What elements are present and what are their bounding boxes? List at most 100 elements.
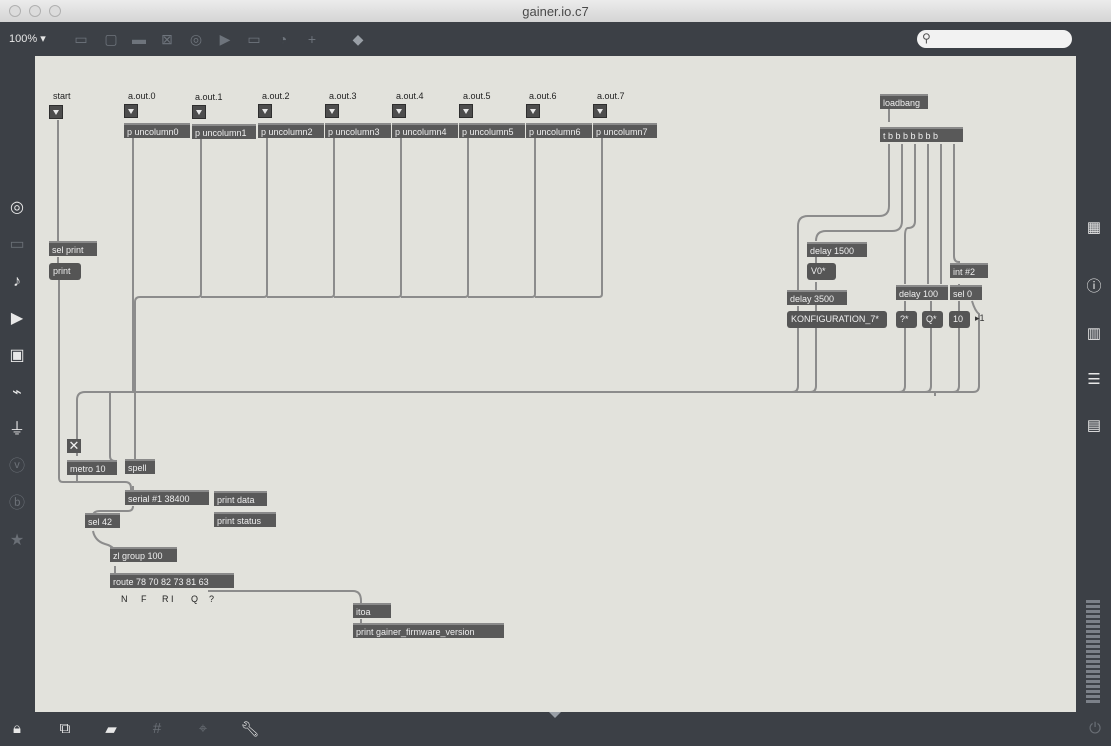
start-inlet[interactable] [49,105,63,119]
patcher-toolbar: 100% ▾ ▭ ▢ ▬ ⊠ ◎ ▶ ▭ ◔ + ◆ ⚲ [0,22,1111,56]
patcher-window-icon[interactable]: ▭ [73,31,89,47]
metro-object[interactable]: metro 10 [67,460,117,475]
aout6-comment: a.out.6 [529,91,557,101]
aout2-inlet[interactable] [258,104,272,118]
comment-icon[interactable]: ▬ [131,31,147,47]
presentation-mode-icon[interactable]: ▰ [101,720,121,738]
p-uncolumn7-object[interactable]: p uncolumn7 [593,123,657,138]
aout6-inlet[interactable] [526,104,540,118]
button-icon[interactable]: ◎ [188,31,204,47]
star-icon[interactable]: ★ [6,530,28,552]
question-comment: ? [209,594,215,604]
toggle-icon[interactable]: ⊠ [159,31,175,47]
sequence-icon[interactable]: ▶ [6,308,28,330]
window-title: gainer.io.c7 [522,4,589,19]
dial-icon[interactable]: ◔ [275,31,291,47]
aout0-inlet[interactable] [124,104,138,118]
aout3-inlet[interactable] [325,104,339,118]
serial-object[interactable]: serial #1 38400 [125,490,209,505]
search-icon: ⚲ [922,31,931,45]
title-bar: gainer.io.c7 [0,0,1111,23]
delay-100-object[interactable]: delay 100 [896,285,948,300]
snap-icon[interactable]: ⌖ [193,720,213,738]
ri-comment: R I [162,594,174,604]
aout4-comment: a.out.4 [396,91,424,101]
aout3-comment: a.out.3 [329,91,357,101]
p-uncolumn2-object[interactable]: p uncolumn2 [258,123,324,138]
q-message[interactable]: Q* [922,311,943,328]
sel-print-object[interactable]: sel print [49,241,97,256]
aout5-comment: a.out.5 [463,91,491,101]
level-meter [1086,600,1100,708]
plug-icon[interactable]: ⏚ [6,419,28,441]
delay-3500-object[interactable]: delay 3500 [787,290,847,305]
image-icon[interactable]: ▣ [6,345,28,367]
v0-message[interactable]: V0* [807,263,836,280]
p-uncolumn0-object[interactable]: p uncolumn0 [124,123,190,138]
aout7-inlet[interactable] [593,104,607,118]
p-uncolumn1-object[interactable]: p uncolumn1 [192,124,256,139]
print-message[interactable]: print [49,263,81,280]
slider-icon[interactable]: ▭ [246,31,262,47]
b-circle-icon[interactable]: ⓑ [6,493,28,515]
aout1-comment: a.out.1 [195,92,223,102]
zl-group-object[interactable]: zl group 100 [110,547,177,562]
presentation-icon[interactable]: ▭ [6,234,28,256]
v-circle-icon[interactable]: ⓥ [6,456,28,478]
aout2-comment: a.out.2 [262,91,290,101]
grid-icon[interactable]: # [147,720,167,738]
search-input[interactable]: ⚲ [917,30,1072,48]
sel-42-object[interactable]: sel 42 [85,513,120,528]
p-uncolumn5-object[interactable]: p uncolumn5 [459,123,525,138]
n-comment: N [121,594,128,604]
print-firmware-version-object[interactable]: print gainer_firmware_version [353,623,504,638]
itoa-object[interactable]: itoa [353,603,391,618]
aout1-inlet[interactable] [192,105,206,119]
patcher-canvas[interactable]: start a.out.0 a.out.1 a.out.2 a.out.3 a.… [35,56,1076,712]
p-uncolumn4-object[interactable]: p uncolumn4 [392,123,458,138]
route-object[interactable]: route 78 70 82 73 81 63 [110,573,234,588]
number-box[interactable]: ▸1 [975,313,985,324]
lock-icon[interactable]: 🔒︎ [7,720,27,738]
drag-handle[interactable] [549,712,561,718]
info-icon[interactable]: ⓘ [1083,276,1105,298]
paint-bucket-icon[interactable]: ◆ [350,31,366,47]
left-sidebar: ◎ ▭ ♪ ▶ ▣ ⌁ ⏚ ⓥ ⓑ ★ [0,56,34,712]
trigger-object[interactable]: t b b b b b b b [880,127,963,142]
aout7-comment: a.out.7 [597,91,625,101]
start-comment: start [53,91,71,101]
spell-object[interactable]: spell [125,459,155,474]
int-2-object[interactable]: int #2 [950,263,988,278]
print-status-object[interactable]: print status [214,512,276,527]
music-note-icon[interactable]: ♪ [6,271,28,293]
reference-icon[interactable]: ▤ [1083,415,1105,437]
aout5-inlet[interactable] [459,104,473,118]
target-icon[interactable]: ◎ [6,197,28,219]
play-icon[interactable]: ▶ [217,31,233,47]
loadbang-object[interactable]: loadbang [880,94,928,109]
new-view-icon[interactable]: ⧉ [55,720,75,738]
power-icon[interactable]: ⏻ [1085,720,1105,738]
p-uncolumn3-object[interactable]: p uncolumn3 [325,123,391,138]
sel-0-object[interactable]: sel 0 [950,285,982,300]
p-uncolumn6-object[interactable]: p uncolumn6 [526,123,592,138]
q-comment: Q [191,594,199,604]
list-icon[interactable]: ☰ [1083,369,1105,391]
add-icon[interactable]: + [304,31,320,47]
delay-1500-object[interactable]: delay 1500 [807,242,867,257]
aout4-inlet[interactable] [392,104,406,118]
ten-message[interactable]: 10 [949,311,970,328]
book-icon[interactable]: ▥ [1083,323,1105,345]
newobject-icon[interactable]: ▢ [103,31,119,47]
f-comment: F [141,594,147,604]
grid-keyboard-icon[interactable]: ▦ [1083,217,1105,239]
zoom-value: 100% [9,33,38,45]
wrench-icon[interactable]: 🔧︎ [240,720,260,738]
paperclip-icon[interactable]: ⌁ [6,382,28,404]
print-data-object[interactable]: print data [214,491,267,506]
aout0-comment: a.out.0 [128,91,156,101]
metro-toggle[interactable]: ✕ [67,439,81,453]
konfiguration-message[interactable]: KONFIGURATION_7* [787,311,887,328]
zoom-menu[interactable]: 100% ▾ [9,32,46,45]
question-message[interactable]: ?* [896,311,917,328]
